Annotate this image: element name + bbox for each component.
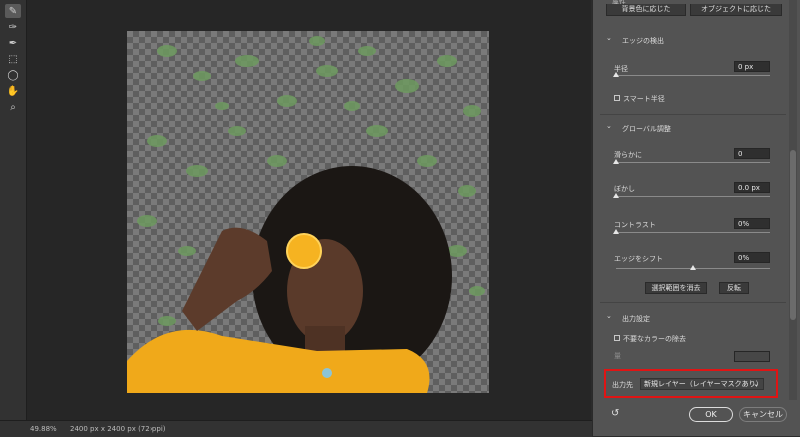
hand	[182, 227, 272, 331]
decontaminate-checkbox[interactable]	[614, 335, 620, 341]
clear-selection-button[interactable]: 選択範囲を消去	[645, 282, 707, 294]
smooth-field[interactable]: 0	[734, 148, 770, 159]
output-to-select[interactable]: 新規レイヤー（レイヤーマスクあり） ⌄	[640, 378, 764, 390]
quick-selection-icon[interactable]: ✎	[5, 4, 21, 18]
feather-slider[interactable]	[616, 196, 770, 197]
section-divider	[600, 114, 786, 115]
contrast-field[interactable]: 0%	[734, 218, 770, 229]
zoom-icon[interactable]: ⌕	[5, 100, 21, 114]
zoom-level: 49.88%	[30, 425, 57, 433]
output-settings-heading: 出力設定	[622, 315, 650, 323]
output-to-value: 新規レイヤー（レイヤーマスクあり）	[644, 380, 763, 388]
radius-slider[interactable]	[616, 75, 770, 76]
cancel-button[interactable]: キャンセル	[739, 407, 787, 422]
panel-scrollbar[interactable]	[789, 0, 797, 400]
hand-icon[interactable]: ✋	[5, 84, 21, 98]
refine-edge-brush-icon[interactable]: ✑	[5, 20, 21, 34]
ok-button[interactable]: OK	[689, 407, 733, 422]
chevron-down-icon: ⌄	[753, 380, 759, 388]
edge-detection-heading: エッジの検出	[622, 37, 664, 45]
contrast-slider[interactable]	[616, 232, 770, 233]
status-arrow-icon[interactable]: ›	[150, 425, 153, 433]
canvas-area	[27, 0, 591, 420]
color-aware-button[interactable]: 背景色に応じた	[606, 4, 686, 16]
radius-field[interactable]: 0 px	[734, 61, 770, 72]
object-selection-icon[interactable]: ⬚	[5, 52, 21, 66]
scrollbar-thumb[interactable]	[790, 150, 796, 320]
smooth-slider-thumb[interactable]	[613, 159, 619, 164]
radius-slider-thumb[interactable]	[613, 72, 619, 77]
contrast-label: コントラスト	[614, 221, 656, 229]
feather-field[interactable]: 0.0 px	[734, 182, 770, 193]
smart-radius-checkbox[interactable]	[614, 95, 620, 101]
chevron-down-icon[interactable]: ⌄	[606, 312, 612, 320]
amount-field	[734, 351, 770, 362]
invert-button[interactable]: 反転	[719, 282, 749, 294]
decontaminate-label: 不要なカラーの除去	[623, 335, 686, 343]
document-canvas[interactable]	[127, 31, 489, 393]
shift-edge-field[interactable]: 0%	[734, 252, 770, 263]
contrast-slider-thumb[interactable]	[613, 229, 619, 234]
shift-edge-label: エッジをシフト	[614, 255, 663, 263]
lasso-icon[interactable]: ◯	[5, 68, 21, 82]
chevron-down-icon[interactable]: ⌄	[606, 34, 612, 42]
tool-panel: ✎ ✑ ✒ ⬚ ◯ ✋ ⌕	[0, 0, 27, 420]
smooth-slider[interactable]	[616, 162, 770, 163]
section-divider	[600, 302, 786, 303]
shift-edge-slider-thumb[interactable]	[690, 265, 696, 270]
reset-icon[interactable]: ↺	[611, 408, 619, 419]
global-refinements-heading: グローバル調整	[622, 125, 671, 133]
output-to-label: 出力先	[612, 381, 633, 389]
chevron-down-icon[interactable]: ⌄	[606, 122, 612, 130]
photo-layer	[127, 36, 485, 393]
status-bar: 49.88% 2400 px x 2400 px (72 ppi) ›	[0, 420, 592, 437]
necklace-pendant	[322, 368, 332, 378]
smart-radius-label: スマート半径	[623, 95, 665, 103]
amount-label: 量	[614, 352, 621, 360]
lemon-slice	[286, 233, 322, 269]
feather-slider-thumb[interactable]	[613, 193, 619, 198]
brush-icon[interactable]: ✒	[5, 36, 21, 50]
object-aware-button[interactable]: オブジェクトに応じた	[690, 4, 782, 16]
